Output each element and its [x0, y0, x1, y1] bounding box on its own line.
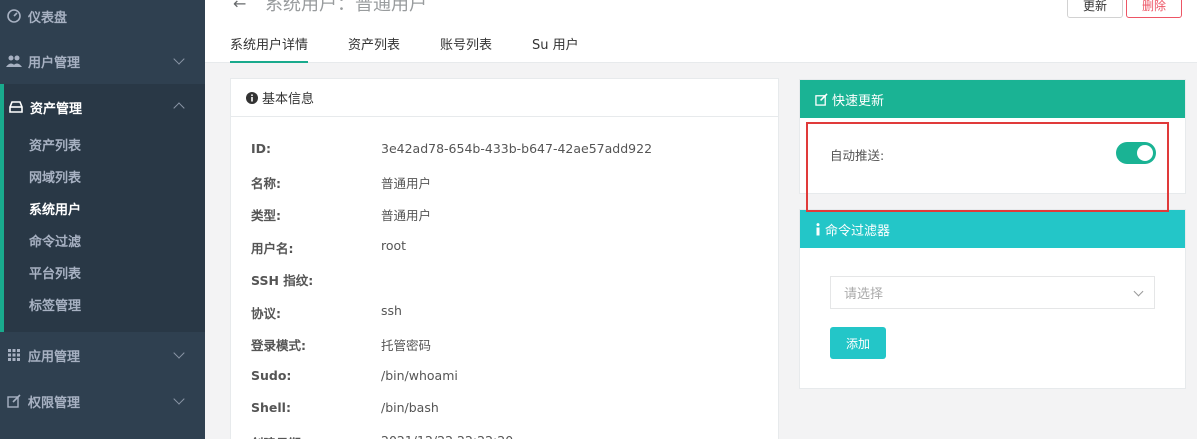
info-value: 普通用户 — [381, 208, 432, 223]
info-value: ssh — [381, 303, 402, 318]
quick-update-header: 快速更新 — [800, 80, 1185, 118]
inbox-icon — [8, 99, 24, 115]
info-value: 普通用户 — [381, 176, 432, 191]
dashboard-icon — [6, 8, 22, 24]
basic-info-title: 基本信息 — [262, 92, 315, 107]
users-icon — [6, 53, 22, 69]
info-key: 类型: — [251, 208, 281, 223]
basic-info-header: 基本信息 — [231, 79, 778, 117]
sidebar-item-label: 权限管理 — [28, 395, 81, 411]
back-arrow-icon[interactable]: ← — [233, 0, 246, 13]
info-key: 名称: — [251, 176, 281, 191]
submenu-item-asset-list[interactable]: 资产列表 — [29, 135, 81, 154]
info-value: 3e42ad78-654b-433b-b647-42ae57add922 — [381, 141, 653, 156]
edit-icon — [815, 92, 828, 106]
highlight-box — [806, 122, 1169, 212]
info-key: 创建日期 — [251, 433, 301, 439]
info-value: 托管密码 — [381, 338, 432, 353]
select-placeholder: 请选择 — [844, 287, 884, 302]
page-title: 系统用户：普通用户 — [265, 0, 427, 15]
chevron-up-icon — [173, 102, 185, 114]
tab-asset-list[interactable]: 资产列表 — [348, 34, 400, 63]
info-value: root — [381, 238, 407, 253]
chevron-down-icon — [173, 53, 185, 65]
sidebar-item-label: 仪表盘 — [28, 10, 68, 26]
submenu-item-label-management[interactable]: 标签管理 — [29, 295, 81, 314]
info-key: 登录模式: — [251, 338, 306, 353]
sidebar-item-label: 用户管理 — [28, 55, 81, 71]
sidebar-item-label: 应用管理 — [28, 349, 81, 365]
info-key: 用户名: — [251, 241, 294, 256]
info-circle-icon — [246, 91, 258, 104]
sidebar-item-applications[interactable]: 应用管理 — [0, 332, 205, 378]
sidebar-item-permissions[interactable]: 权限管理 — [0, 378, 205, 424]
info-key: SSH 指纹: — [251, 273, 314, 288]
basic-info-panel: 基本信息 ID: 3e42ad78-654b-433b-b647-42ae57ad… — [230, 78, 779, 439]
info-value: 2021/12/22 22:22:20 — [381, 433, 513, 439]
edit-icon — [6, 393, 22, 409]
submenu-item-command-filter[interactable]: 命令过滤 — [29, 231, 81, 250]
page-header: ← 系统用户：普通用户 更新 删除 系统用户详情 资产列表 账号列表 Su 用户 — [205, 0, 1197, 63]
info-key: ID: — [251, 141, 272, 156]
command-filter-panel: 命令过滤器 请选择 添加 — [799, 209, 1186, 389]
command-filter-title: 命令过滤器 — [825, 223, 891, 239]
command-filter-header: 命令过滤器 — [800, 210, 1185, 248]
add-button[interactable]: 添加 — [830, 327, 886, 359]
tab-account-list[interactable]: 账号列表 — [440, 34, 492, 63]
tab-su-user[interactable]: Su 用户 — [532, 34, 579, 63]
delete-button[interactable]: 删除 — [1126, 0, 1182, 18]
info-value: /bin/whoami — [381, 368, 458, 383]
sidebar-item-dashboard[interactable]: 仪表盘 — [0, 0, 205, 39]
chevron-down-icon — [173, 393, 185, 405]
tab-bar: 系统用户详情 资产列表 账号列表 Su 用户 — [230, 34, 619, 63]
command-filter-select[interactable]: 请选择 — [830, 276, 1155, 309]
submenu-item-system-user[interactable]: 系统用户 — [29, 199, 81, 218]
info-key: Shell: — [251, 400, 291, 415]
sidebar: 仪表盘 用户管理 资产管理 资产列表 网域列表 系统用户 命令过滤 平台列表 标… — [0, 0, 205, 439]
submenu-item-domain-list[interactable]: 网域列表 — [29, 167, 81, 186]
update-button[interactable]: 更新 — [1067, 0, 1123, 18]
info-value: /bin/bash — [381, 400, 439, 415]
submenu-item-platform-list[interactable]: 平台列表 — [29, 263, 81, 282]
sidebar-item-assets[interactable]: 资产管理 — [0, 84, 205, 130]
asset-submenu: 资产列表 网域列表 系统用户 命令过滤 平台列表 标签管理 — [0, 127, 205, 332]
sidebar-item-users[interactable]: 用户管理 — [0, 38, 205, 84]
quick-update-title: 快速更新 — [832, 93, 885, 109]
info-icon — [815, 222, 821, 236]
info-key: 协议: — [251, 306, 281, 321]
chevron-down-icon — [1133, 286, 1144, 297]
chevron-down-icon — [173, 347, 185, 359]
info-key: Sudo: — [251, 368, 292, 383]
tab-system-user-detail[interactable]: 系统用户详情 — [230, 34, 309, 63]
grid-icon — [6, 347, 22, 363]
sidebar-item-label: 资产管理 — [30, 101, 83, 117]
